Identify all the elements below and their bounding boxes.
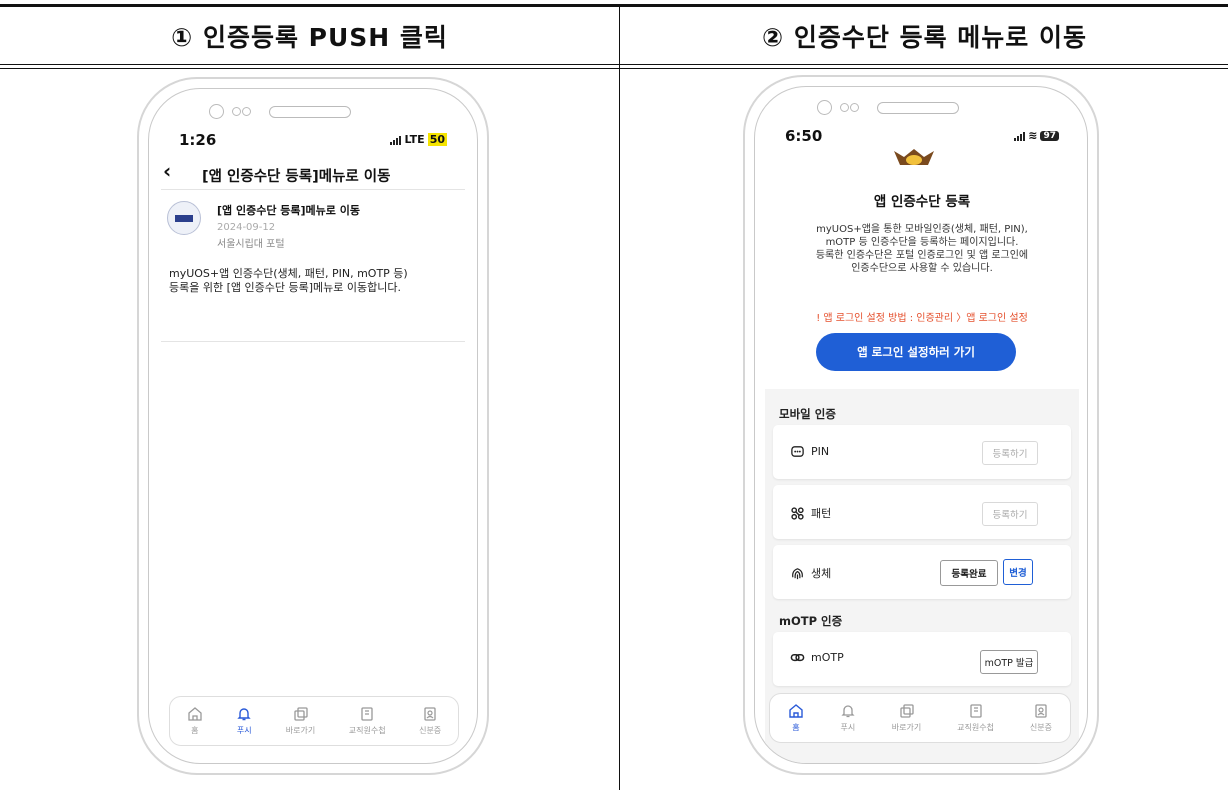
- home-icon: [188, 707, 202, 721]
- shortcut-icon: [293, 707, 308, 721]
- message-date: 2024-09-12: [217, 222, 276, 233]
- pattern-icon: [791, 506, 804, 520]
- notebook-icon: [969, 704, 982, 718]
- tab-id-card[interactable]: 신분증: [1030, 703, 1052, 733]
- go-app-login-setting-button[interactable]: 앱 로그인 설정하러 가기: [816, 333, 1016, 371]
- message-title: [앱 인증수단 등록]메뉴로 이동: [217, 204, 360, 217]
- message-divider: [161, 341, 465, 342]
- page-title: 앱 인증수단 등록: [873, 194, 971, 210]
- motp-section-title: mOTP 인증: [779, 614, 843, 628]
- mobile-auth-section-title: 모바일 인증: [779, 407, 836, 421]
- link-icon: [790, 653, 805, 662]
- back-chevron-icon[interactable]: ‹: [163, 159, 171, 183]
- battery-indicator: 97: [1040, 130, 1059, 141]
- tab-id-card[interactable]: 신분증: [419, 706, 441, 736]
- right-phone-screen: 6:50 ≋ 97 앱 인증수단 등록 myUOS+앱을 통한 모바일인증(생체…: [754, 86, 1088, 764]
- message-source: 서울시립대 포털: [217, 239, 285, 250]
- status-time: 6:50: [785, 127, 823, 145]
- id-card-icon: [424, 707, 436, 721]
- university-logo-icon: [167, 201, 201, 235]
- shortcut-icon: [899, 704, 914, 718]
- header-divider: [0, 64, 1228, 65]
- id-card-icon: [1035, 704, 1047, 718]
- status-indicators: ≋ 97: [1014, 129, 1059, 142]
- notebook-icon: [361, 707, 373, 721]
- network-label: LTE: [404, 133, 425, 146]
- home-icon: [789, 704, 803, 718]
- tab-shortcut[interactable]: 바로가기: [286, 706, 315, 736]
- header-divider-2: [0, 68, 1228, 69]
- right-phone-frame: 6:50 ≋ 97 앱 인증수단 등록 myUOS+앱을 통한 모바일인증(생체…: [743, 75, 1099, 775]
- tab-notebook[interactable]: 교직원수첩: [957, 703, 994, 733]
- fingerprint-icon: [792, 567, 803, 579]
- step2-header: ② 인증수단 등록 메뉴로 이동: [762, 22, 1087, 52]
- signal-icon: [390, 135, 402, 145]
- motp-label: mOTP: [790, 650, 844, 665]
- bell-icon: [237, 708, 251, 721]
- tab-notebook[interactable]: 교직원수첩: [349, 706, 386, 736]
- camera-notch: [209, 104, 351, 119]
- pattern-label: 패턴: [790, 505, 831, 521]
- status-time: 1:26: [179, 131, 217, 149]
- pin-dots-icon: [791, 446, 804, 457]
- mascot-icon: [894, 149, 934, 165]
- left-tab-bar: 홈 푸시 바로가기 교직원수첩 신분증: [169, 696, 459, 746]
- pin-label: PIN: [790, 444, 829, 459]
- right-tab-bar: 홈 푸시 바로가기 교직원수첩 신분증: [769, 693, 1071, 743]
- step1-header: ① 인증등록 PUSH 클릭: [171, 22, 448, 52]
- wifi-icon: ≋: [1028, 129, 1038, 142]
- nav-title: [앱 인증수단 등록]메뉴로 이동: [202, 169, 391, 185]
- biometric-change-button[interactable]: 변경: [1003, 559, 1033, 585]
- left-phone-frame: 1:26 LTE 50 ‹ [앱 인증수단 등록]메뉴로 이동 [앱 인증수단 …: [137, 77, 489, 775]
- login-setting-warning: ! 앱 로그인 설정 방법 : 인증관리 〉앱 로그인 설정: [816, 313, 1028, 324]
- biometric-registered-button[interactable]: 등록완료: [940, 560, 998, 586]
- tab-push[interactable]: 푸시: [840, 703, 856, 733]
- status-indicators: LTE 50: [390, 133, 447, 146]
- camera-notch: [817, 100, 959, 115]
- tab-home[interactable]: 홈: [187, 706, 203, 736]
- page-description: myUOS+앱을 통한 모바일인증(생체, 패턴, PIN), mOTP 등 인…: [815, 224, 1029, 274]
- signal-icon: [1014, 131, 1026, 141]
- biometric-label: 생체: [790, 565, 831, 581]
- column-divider: [619, 7, 620, 790]
- bell-icon: [841, 705, 855, 718]
- battery-indicator: 50: [427, 133, 447, 146]
- tab-home[interactable]: 홈: [788, 703, 804, 733]
- instruction-frame: ① 인증등록 PUSH 클릭 ② 인증수단 등록 메뉴로 이동 1:26 LTE…: [0, 0, 1228, 790]
- nav-divider: [161, 189, 465, 190]
- message-body: myUOS+앱 인증수단(생체, 패턴, PIN, mOTP 등) 등록을 위한…: [169, 267, 408, 294]
- motp-issue-button[interactable]: mOTP 발급: [980, 650, 1038, 674]
- tab-push[interactable]: 푸시: [236, 706, 252, 736]
- left-phone-screen: 1:26 LTE 50 ‹ [앱 인증수단 등록]메뉴로 이동 [앱 인증수단 …: [148, 88, 478, 764]
- pattern-register-button[interactable]: 등록하기: [982, 502, 1038, 526]
- pin-register-button[interactable]: 등록하기: [982, 441, 1038, 465]
- tab-shortcut[interactable]: 바로가기: [892, 703, 921, 733]
